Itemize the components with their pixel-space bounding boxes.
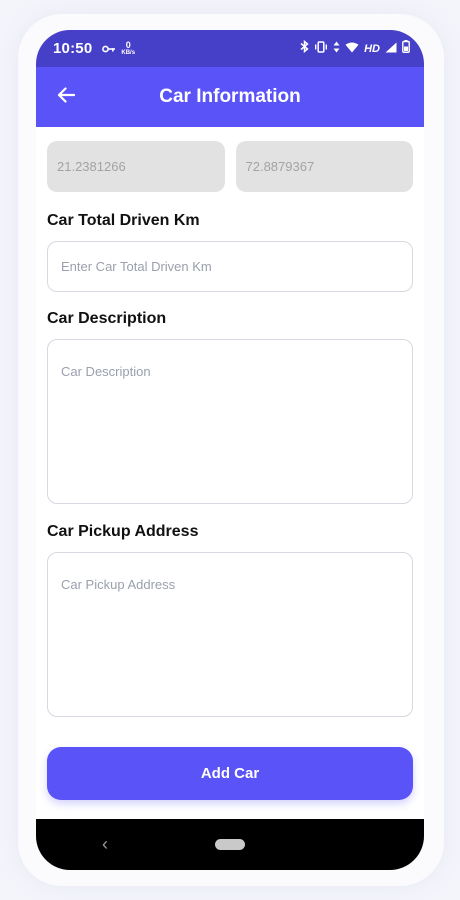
status-icons: HD — [300, 39, 410, 58]
latitude-field: 21.2381266 — [47, 141, 225, 192]
arrow-left-icon — [57, 86, 76, 108]
wifi-icon — [345, 40, 359, 58]
description-label: Car Description — [47, 310, 167, 327]
app-bar: Car Information — [36, 67, 424, 127]
address-label: Car Pickup Address — [47, 523, 199, 540]
back-button[interactable] — [54, 85, 78, 109]
battery-icon — [402, 39, 410, 58]
longitude-field: 72.8879367 — [235, 141, 413, 192]
bluetooth-icon — [300, 39, 309, 58]
data-arrows-icon — [333, 40, 340, 58]
add-car-button[interactable]: Add Car — [47, 747, 413, 800]
hd-badge: HD — [364, 42, 380, 55]
signal-icon — [385, 40, 397, 58]
nav-back-icon[interactable]: ‹ — [102, 835, 108, 853]
status-time: 10:50 — [53, 40, 93, 57]
network-speed: 0 KB/s — [121, 40, 136, 57]
system-nav-bar: ‹ — [36, 819, 424, 870]
km-label: Car Total Driven Km — [47, 212, 200, 229]
km-input[interactable]: Enter Car Total Driven Km — [47, 241, 413, 292]
address-textarea[interactable]: Car Pickup Address — [47, 552, 413, 717]
vpn-key-icon — [102, 45, 116, 53]
description-textarea[interactable]: Car Description — [47, 339, 413, 504]
status-bar: 10:50 0 KB/s HD — [36, 30, 424, 67]
car-form: 21.2381266 72.8879367 Car Total Driven K… — [36, 127, 424, 819]
phone-screen: 10:50 0 KB/s HD Car Information 21.23812… — [36, 30, 424, 870]
vibrate-icon — [314, 40, 328, 58]
coordinates-row: 21.2381266 72.8879367 — [47, 141, 413, 192]
page-title: Car Information — [159, 86, 301, 107]
nav-home-pill[interactable] — [215, 839, 245, 850]
